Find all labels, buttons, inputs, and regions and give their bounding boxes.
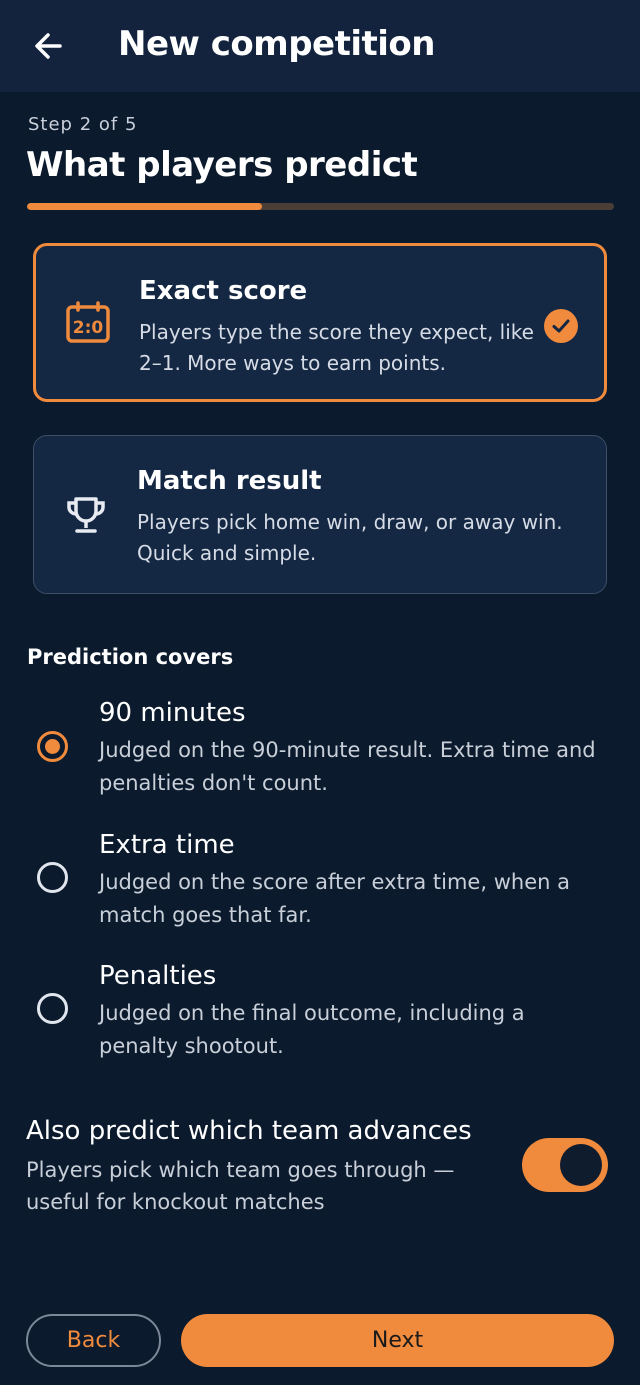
radio-description: Judged on the final outcome, including a…: [99, 1001, 525, 1058]
radio-button[interactable]: [37, 862, 68, 893]
option-card-exact-score[interactable]: 2:0 Exact score Players type the score t…: [33, 243, 607, 402]
radio-option-penalties[interactable]: Penalties Judged on the final outcome, i…: [0, 961, 640, 1071]
option-title: Match result: [137, 466, 322, 496]
trophy-icon: [62, 491, 110, 539]
next-button[interactable]: Next: [181, 1314, 614, 1367]
step-indicator: Step 2 of 5: [28, 114, 138, 135]
option-description: Players pick home win, draw, or away win…: [137, 510, 563, 565]
advance-toggle-title: Also predict which team advances: [26, 1116, 472, 1146]
option-title: Exact score: [139, 276, 308, 306]
progress-fill: [27, 203, 262, 210]
radio-title: Extra time: [99, 830, 235, 860]
back-button[interactable]: Back: [26, 1314, 161, 1367]
radio-option-90-minutes[interactable]: 90 minutes Judged on the 90-minute resul…: [0, 698, 640, 808]
radio-button[interactable]: [37, 993, 68, 1024]
radio-title: 90 minutes: [99, 698, 246, 728]
page-title: New competition: [118, 24, 435, 64]
option-card-match-result[interactable]: Match result Players pick home win, draw…: [33, 435, 607, 594]
toggle-knob: [560, 1144, 602, 1186]
section-label-prediction-covers: Prediction covers: [27, 645, 234, 669]
radio-description: Judged on the 90-minute result. Extra ti…: [99, 738, 596, 795]
radio-description: Judged on the score after extra time, wh…: [99, 870, 570, 927]
advance-toggle-switch[interactable]: [522, 1138, 608, 1192]
option-description: Players type the score they expect, like…: [139, 320, 534, 375]
step-heading: What players predict: [26, 145, 418, 185]
radio-button[interactable]: [37, 731, 68, 762]
radio-option-extra-time[interactable]: Extra time Judged on the score after ext…: [0, 830, 640, 940]
top-app-bar: New competition: [0, 0, 640, 92]
scoreboard-icon: 2:0: [64, 299, 112, 347]
check-icon: [544, 309, 578, 343]
advance-toggle-description: Players pick which team goes through — u…: [26, 1158, 455, 1214]
progress-bar: [27, 203, 614, 210]
radio-title: Penalties: [99, 961, 217, 991]
arrow-left-icon[interactable]: [28, 26, 68, 66]
scoreboard-text: 2:0: [73, 318, 104, 338]
